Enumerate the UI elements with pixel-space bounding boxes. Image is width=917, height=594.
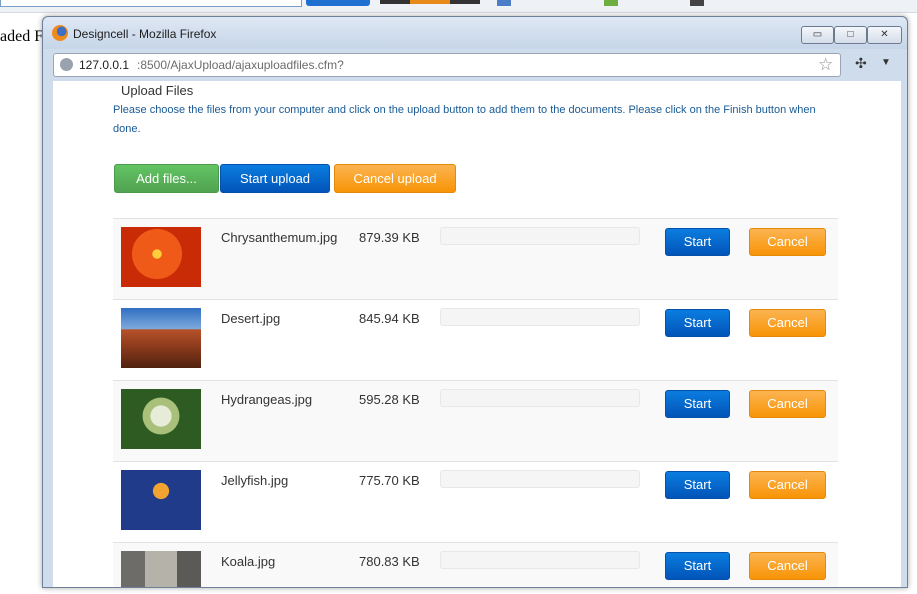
url-host: 127.0.0.1 xyxy=(79,58,130,72)
globe-icon xyxy=(60,58,73,71)
cancel-button[interactable]: Cancel xyxy=(749,390,826,418)
upload-progress-bar xyxy=(440,551,640,569)
upload-progress-bar xyxy=(440,470,640,488)
background-toolbar-icon[interactable] xyxy=(690,0,704,6)
file-list: Chrysanthemum.jpg 879.39 KB Start Cancel… xyxy=(113,218,838,587)
address-bar[interactable]: 127.0.0.1 :8500/AjaxUpload/ajaxuploadfil… xyxy=(53,53,841,77)
background-logo xyxy=(380,0,480,4)
bookmark-star-icon[interactable]: ☆ xyxy=(818,55,833,75)
file-size: 845.94 KB xyxy=(359,311,420,326)
file-row: Hydrangeas.jpg 595.28 KB Start Cancel xyxy=(113,380,838,461)
upload-progress-bar xyxy=(440,227,640,245)
addon-icon[interactable]: ✣ xyxy=(855,55,867,72)
start-button[interactable]: Start xyxy=(665,390,730,418)
cancel-button[interactable]: Cancel xyxy=(749,552,826,580)
firefox-icon xyxy=(52,25,68,41)
file-thumbnail xyxy=(121,308,201,368)
upload-progress-bar xyxy=(440,389,640,407)
window-titlebar: Designcell - Mozilla Firefox ▭ □ ✕ xyxy=(43,17,907,49)
start-button[interactable]: Start xyxy=(665,471,730,499)
file-size: 595.28 KB xyxy=(359,392,420,407)
file-thumbnail xyxy=(121,389,201,449)
popup-window: Designcell - Mozilla Firefox ▭ □ ✕ 127.0… xyxy=(42,16,908,588)
close-button[interactable]: ✕ xyxy=(867,26,902,44)
start-button[interactable]: Start xyxy=(665,228,730,256)
file-size: 775.70 KB xyxy=(359,473,420,488)
window-title: Designcell - Mozilla Firefox xyxy=(73,27,217,41)
start-button[interactable]: Start xyxy=(665,309,730,337)
start-upload-button[interactable]: Start upload xyxy=(220,164,330,193)
file-thumbnail xyxy=(121,470,201,530)
background-toolbar-icon[interactable] xyxy=(604,0,618,6)
cancel-button[interactable]: Cancel xyxy=(749,309,826,337)
file-name: Chrysanthemum.jpg xyxy=(221,230,338,245)
page-title: Upload Files xyxy=(121,83,194,98)
file-thumbnail xyxy=(121,227,201,287)
background-search-button[interactable] xyxy=(306,0,370,6)
cancel-button[interactable]: Cancel xyxy=(749,471,826,499)
page-content: Upload Files Please choose the files fro… xyxy=(53,81,901,587)
file-row: Desert.jpg 845.94 KB Start Cancel xyxy=(113,299,838,380)
file-row: Jellyfish.jpg 775.70 KB Start Cancel xyxy=(113,461,838,542)
file-row: Chrysanthemum.jpg 879.39 KB Start Cancel xyxy=(113,218,838,299)
add-files-button[interactable]: Add files... xyxy=(114,164,219,193)
file-row: Koala.jpg 780.83 KB Start Cancel xyxy=(113,542,838,587)
file-name: Koala.jpg xyxy=(221,554,276,569)
cancel-upload-button[interactable]: Cancel upload xyxy=(334,164,456,193)
background-toolbar-icon[interactable] xyxy=(497,0,511,6)
file-size: 780.83 KB xyxy=(359,554,420,569)
maximize-button[interactable]: □ xyxy=(834,26,867,44)
file-size: 879.39 KB xyxy=(359,230,420,245)
file-thumbnail xyxy=(121,551,201,587)
upload-progress-bar xyxy=(440,308,640,326)
file-name: Hydrangeas.jpg xyxy=(221,392,313,407)
start-button[interactable]: Start xyxy=(665,552,730,580)
file-name: Desert.jpg xyxy=(221,311,281,326)
chevron-down-icon[interactable]: ▼ xyxy=(881,57,891,68)
minimize-button[interactable]: ▭ xyxy=(801,26,834,44)
cancel-button[interactable]: Cancel xyxy=(749,228,826,256)
file-name: Jellyfish.jpg xyxy=(221,473,289,488)
url-path: :8500/AjaxUpload/ajaxuploadfiles.cfm? xyxy=(137,58,344,72)
instructions-text: Please choose the files from your comput… xyxy=(113,104,816,135)
background-page-text: aded Fi xyxy=(0,28,48,45)
background-search-input[interactable] xyxy=(0,0,302,7)
